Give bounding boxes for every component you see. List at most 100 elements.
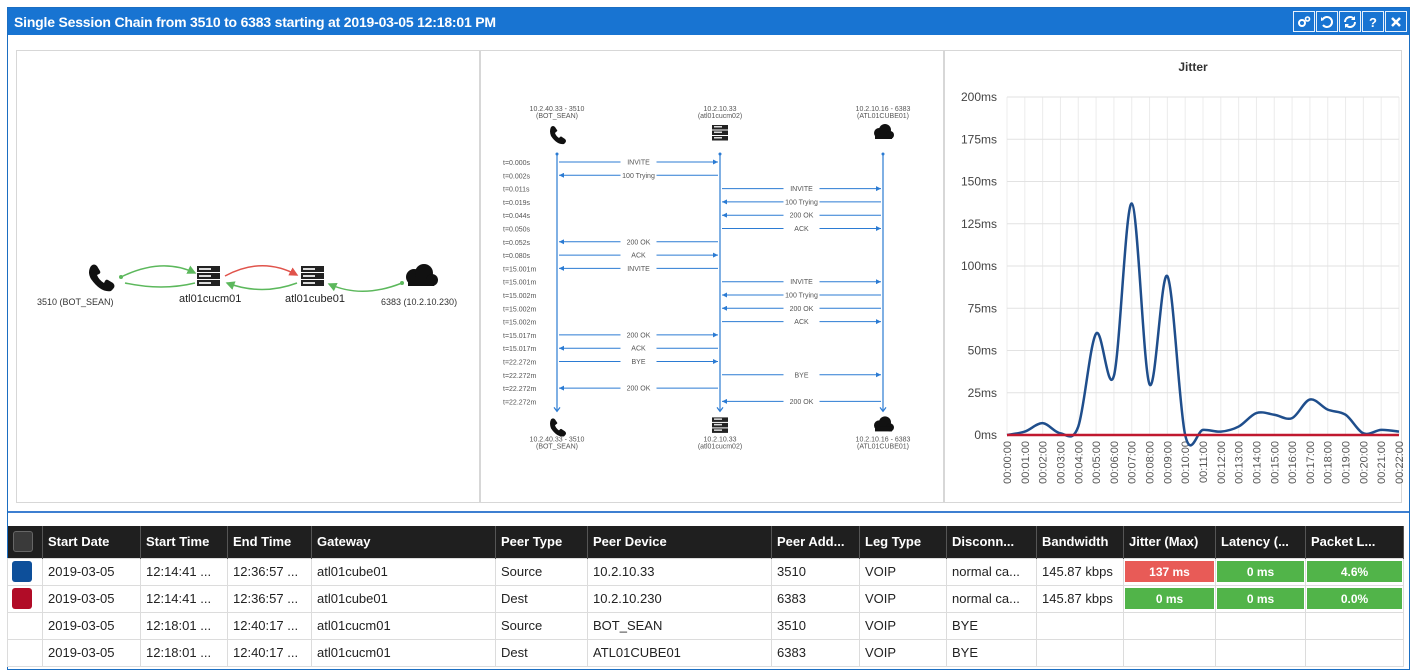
panels-area: 3510 (BOT_SEAN) atl01cucm01 atl01cube01 … bbox=[8, 35, 1409, 513]
refresh-button[interactable] bbox=[1339, 11, 1361, 32]
message-time: t=0.050s bbox=[503, 227, 531, 234]
table-cell bbox=[1036, 638, 1124, 667]
y-tick-label: 0ms bbox=[974, 428, 997, 442]
endpoint-label: (BOT_SEAN) bbox=[536, 443, 578, 450]
table-cell: 12:18:01 ... bbox=[140, 638, 228, 667]
close-icon bbox=[1391, 16, 1401, 27]
table-row[interactable]: 2019-03-05 12:14:41 ... 12:36:57 ... atl01c… bbox=[7, 557, 1404, 586]
link-cloud-to-cube bbox=[327, 282, 403, 292]
link-cucm-to-phone bbox=[124, 282, 196, 288]
jitter-chart: Jitter 0ms 25ms 50ms 75ms 100ms 125ms 150ms 175m… bbox=[961, 60, 1403, 484]
table-cell: 0.0% bbox=[1305, 584, 1404, 613]
y-tick-label: 200ms bbox=[961, 90, 997, 104]
table-cell: 3510 bbox=[771, 557, 860, 586]
x-tick-label: 00:20:00 bbox=[1358, 441, 1370, 484]
table-cell: 2019-03-05 bbox=[42, 611, 141, 640]
table-cell: 6383 bbox=[771, 584, 860, 613]
table-cell: normal ca... bbox=[946, 557, 1037, 586]
message-label: ACK bbox=[631, 346, 646, 353]
column-header[interactable]: Peer Add... bbox=[771, 526, 860, 558]
settings-button[interactable] bbox=[1293, 11, 1315, 32]
call-legs-table: Start Date Start Time End Time Gateway Peer … bbox=[7, 526, 1404, 667]
message-time: t=0.080s bbox=[503, 253, 531, 260]
select-all-header[interactable] bbox=[7, 526, 43, 558]
table-cell: atl01cube01 bbox=[311, 557, 496, 586]
x-tick-label: 00:08:00 bbox=[1145, 441, 1157, 484]
column-header[interactable]: Start Time bbox=[140, 526, 228, 558]
x-tick-label: 00:17:00 bbox=[1305, 441, 1317, 484]
message-time: t=0.019s bbox=[503, 200, 531, 207]
y-tick-label: 25ms bbox=[968, 386, 997, 400]
message-time: t=15.002m bbox=[503, 306, 536, 313]
message-time: t=15.002m bbox=[503, 293, 536, 300]
table-row[interactable]: 2019-03-05 12:14:41 ... 12:36:57 ... atl01c… bbox=[7, 584, 1404, 613]
table-cell: atl01cucm01 bbox=[311, 638, 496, 667]
packet-loss-value: 4.6% bbox=[1307, 561, 1402, 582]
column-header[interactable]: Latency (... bbox=[1215, 526, 1306, 558]
table-row[interactable]: 2019-03-05 12:18:01 ... 12:40:17 ... atl01c… bbox=[7, 638, 1404, 667]
message-time: t=15.001m bbox=[503, 266, 536, 273]
message-label: ACK bbox=[631, 253, 646, 260]
column-header[interactable]: Packet L... bbox=[1305, 526, 1404, 558]
message-label: 200 OK bbox=[790, 399, 814, 406]
endpoint-label: (ATL01CUBE01) bbox=[857, 443, 909, 450]
column-header[interactable]: Start Date bbox=[42, 526, 141, 558]
column-header[interactable]: Bandwidth bbox=[1036, 526, 1124, 558]
table-cell bbox=[1215, 638, 1306, 667]
topology-node-label: 3510 (BOT_SEAN) bbox=[37, 297, 114, 307]
undo-button[interactable] bbox=[1316, 11, 1338, 32]
message-label: ACK bbox=[794, 226, 809, 233]
column-header[interactable]: Peer Device bbox=[587, 526, 772, 558]
column-header[interactable]: Peer Type bbox=[495, 526, 588, 558]
ladder-panel: 10.2.40.33 - 3510 (BOT_SEAN) 10.2.40.33 - … bbox=[480, 50, 944, 503]
column-header[interactable]: Jitter (Max) bbox=[1123, 526, 1216, 558]
message-label: INVITE bbox=[627, 160, 650, 167]
message-label: BYE bbox=[794, 372, 808, 379]
help-button[interactable]: ? bbox=[1362, 11, 1384, 32]
message-time: t=0.044s bbox=[503, 213, 531, 220]
server-icon bbox=[301, 266, 324, 286]
topology-node-label: 6383 (10.2.10.230) bbox=[381, 297, 458, 307]
endpoint-label: 10.2.10.16 - 6383 bbox=[856, 436, 911, 443]
latency-value: 0 ms bbox=[1217, 588, 1304, 609]
x-tick-label: 00:04:00 bbox=[1073, 441, 1085, 484]
column-header[interactable]: End Time bbox=[227, 526, 312, 558]
message-time: t=22.272m bbox=[503, 386, 536, 393]
close-button[interactable] bbox=[1385, 11, 1407, 32]
table-cell: 6383 bbox=[771, 638, 860, 667]
x-tick-label: 00:13:00 bbox=[1234, 441, 1246, 484]
table-row[interactable]: 2019-03-05 12:18:01 ... 12:40:17 ... atl01c… bbox=[7, 611, 1404, 640]
table-cell bbox=[1036, 611, 1124, 640]
message-time: t=22.272m bbox=[503, 373, 536, 380]
y-tick-label: 75ms bbox=[968, 301, 997, 315]
table-cell: 4.6% bbox=[1305, 557, 1404, 586]
row-color-cell bbox=[7, 638, 43, 667]
x-tick-label: 00:21:00 bbox=[1376, 441, 1388, 484]
server-icon bbox=[197, 266, 220, 286]
latency-value: 0 ms bbox=[1217, 561, 1304, 582]
topology-panel: 3510 (BOT_SEAN) atl01cucm01 atl01cube01 … bbox=[16, 50, 480, 503]
message-label: BYE bbox=[631, 359, 645, 366]
column-header[interactable]: Gateway bbox=[311, 526, 496, 558]
call-legs-grid: Start Date Start Time End Time Gateway Peer … bbox=[7, 526, 1404, 667]
phone-icon bbox=[550, 418, 566, 437]
x-tick-label: 00:06:00 bbox=[1109, 441, 1121, 484]
row-color-cell bbox=[7, 557, 43, 586]
table-cell: 10.2.10.230 bbox=[587, 584, 772, 613]
x-tick-label: 00:01:00 bbox=[1020, 441, 1032, 484]
column-header[interactable]: Leg Type bbox=[859, 526, 947, 558]
svg-text:?: ? bbox=[1369, 15, 1377, 29]
y-tick-label: 100ms bbox=[961, 259, 997, 273]
message-time: t=0.011s bbox=[503, 187, 530, 194]
header-swatch[interactable] bbox=[12, 531, 33, 553]
message-time: t=15.002m bbox=[503, 320, 536, 327]
message-time: t=15.017m bbox=[503, 346, 536, 353]
link-cucm-to-cube bbox=[224, 265, 299, 277]
column-header[interactable]: Disconn... bbox=[946, 526, 1037, 558]
y-tick-label: 50ms bbox=[968, 344, 997, 358]
endpoint-label: 10.2.10.16 - 6383 bbox=[856, 106, 911, 113]
table-cell: Dest bbox=[495, 584, 588, 613]
x-tick-label: 00:16:00 bbox=[1287, 441, 1299, 484]
x-tick-label: 00:15:00 bbox=[1269, 441, 1281, 484]
x-tick-label: 00:11:00 bbox=[1198, 441, 1210, 483]
